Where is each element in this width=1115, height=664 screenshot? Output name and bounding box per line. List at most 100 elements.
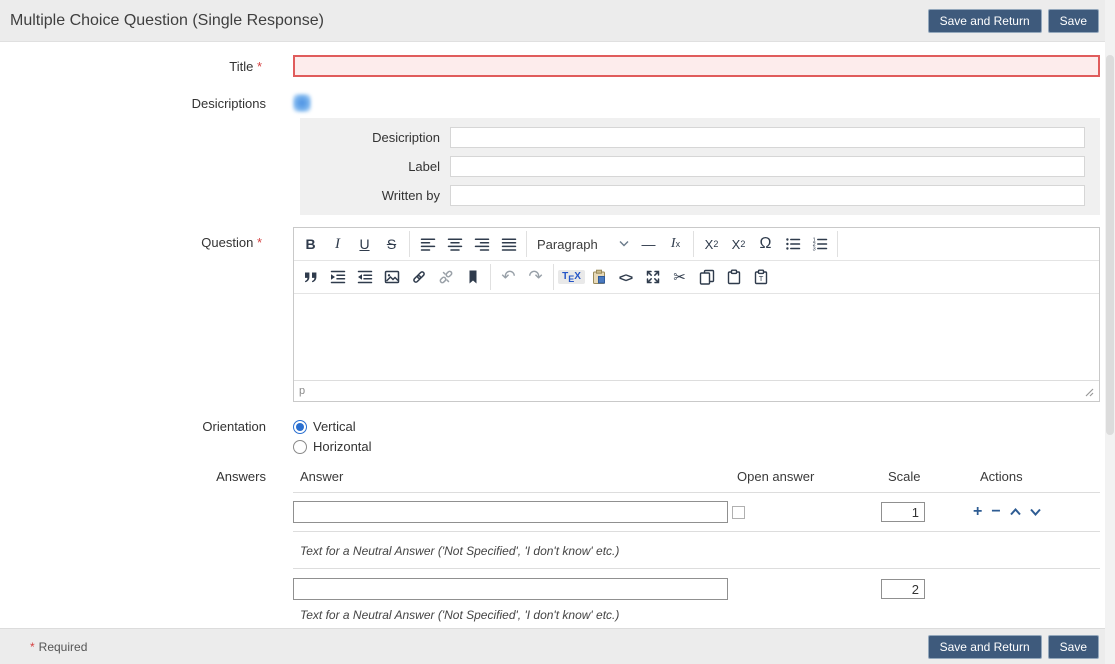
label-label: Label [300, 159, 450, 174]
copy-icon[interactable] [693, 264, 720, 291]
paste-icon[interactable] [720, 264, 747, 291]
answers-section: Answers Answer Open answer Scale Actions… [0, 469, 1115, 622]
required-asterisk: * [257, 59, 262, 74]
scale-input[interactable] [881, 502, 925, 522]
orientation-option-horizontal[interactable]: Horizontal [293, 439, 1100, 454]
description-input[interactable] [450, 127, 1085, 148]
required-asterisk: * [30, 640, 35, 654]
label-input[interactable] [450, 156, 1085, 177]
subscript-icon[interactable]: X2 [698, 231, 725, 258]
special-character-icon[interactable]: Ω [752, 231, 779, 258]
form-content: Title * Desicriptions Desicription Label [0, 42, 1115, 628]
save-button[interactable]: Save [1048, 9, 1099, 33]
paste-as-text-icon[interactable]: T [747, 264, 774, 291]
question-label: Question * [0, 227, 278, 250]
descriptions-row: Desicriptions [0, 93, 1115, 113]
orientation-option-vertical[interactable]: Vertical [293, 419, 1100, 434]
header-bar: Multiple Choice Question (Single Respons… [0, 0, 1115, 42]
tex-icon[interactable]: TEX [558, 264, 585, 291]
descriptions-checkbox[interactable] [293, 94, 311, 112]
written-by-label: Written by [300, 188, 450, 203]
editor-toolbar-row1: B I U S [294, 228, 1099, 261]
editor-toolbar-row2: ↶ ↷ TEX <> ✂ [294, 261, 1099, 294]
undo-icon[interactable]: ↶ [495, 264, 522, 291]
paragraph-format-select[interactable]: Paragraph [531, 231, 635, 258]
neutral-answer-hint: Text for a Neutral Answer ('Not Specifie… [293, 532, 1100, 569]
toolbar-separator [553, 264, 554, 290]
vertical-scrollbar[interactable] [1105, 0, 1115, 664]
description-label: Desicription [300, 130, 450, 145]
title-input[interactable] [293, 55, 1100, 77]
redo-icon[interactable]: ↷ [522, 264, 549, 291]
answers-header-row: Answer Open answer Scale Actions [293, 469, 1100, 493]
horizontal-rule-icon[interactable]: — [635, 231, 662, 258]
required-note: *Required [30, 640, 87, 654]
required-asterisk: * [257, 235, 262, 250]
insert-image-icon[interactable] [378, 264, 405, 291]
column-header-actions: Actions [972, 469, 1100, 484]
align-left-icon[interactable] [414, 231, 441, 258]
radio-selected-icon[interactable] [293, 420, 307, 434]
column-header-answer: Answer [300, 469, 737, 484]
scale-input[interactable] [881, 579, 925, 599]
blockquote-icon[interactable] [297, 264, 324, 291]
toolbar-separator [837, 231, 838, 257]
strikethrough-icon[interactable]: S [378, 231, 405, 258]
scrollbar-thumb[interactable] [1106, 55, 1114, 435]
clear-formatting-icon[interactable]: Ix [662, 231, 689, 258]
insert-link-icon[interactable] [405, 264, 432, 291]
save-and-return-button[interactable]: Save and Return [928, 9, 1042, 33]
move-up-icon[interactable] [1010, 508, 1021, 516]
written-by-input[interactable] [450, 185, 1085, 206]
answer-row-2 [293, 569, 1100, 604]
footer-bar: *Required Save and Return Save [0, 628, 1115, 664]
column-header-open-answer: Open answer [737, 469, 877, 484]
toolbar-separator [526, 231, 527, 257]
rich-text-editor: B I U S [293, 227, 1100, 402]
superscript-icon[interactable]: X2 [725, 231, 752, 258]
answer-row-1: + − [293, 493, 1100, 532]
chevron-down-icon [619, 240, 629, 248]
numbered-list-icon[interactable]: 123 [806, 231, 833, 258]
paste-from-word-icon[interactable] [585, 264, 612, 291]
title-label: Title * [0, 59, 278, 74]
toolbar-separator [490, 264, 491, 290]
footer-buttons: Save and Return Save [928, 635, 1099, 659]
save-and-return-button[interactable]: Save and Return [928, 635, 1042, 659]
svg-text:T: T [758, 274, 763, 283]
anchor-icon[interactable] [459, 264, 486, 291]
bold-icon[interactable]: B [297, 231, 324, 258]
cut-icon[interactable]: ✂ [666, 264, 693, 291]
underline-icon[interactable]: U [351, 231, 378, 258]
indent-icon[interactable] [324, 264, 351, 291]
column-header-scale: Scale [877, 469, 972, 484]
remove-link-icon[interactable] [432, 264, 459, 291]
radio-unselected-icon[interactable] [293, 440, 307, 454]
neutral-answer-hint: Text for a Neutral Answer ('Not Specifie… [293, 604, 1100, 622]
bullet-list-icon[interactable] [779, 231, 806, 258]
descriptions-panel: Desicription Label Written by [300, 118, 1100, 215]
page-title: Multiple Choice Question (Single Respons… [10, 12, 324, 30]
resize-grip-icon[interactable] [1083, 386, 1094, 397]
align-justify-icon[interactable] [495, 231, 522, 258]
remove-answer-icon[interactable]: − [991, 504, 1000, 520]
answer-input[interactable] [293, 501, 728, 523]
descriptions-label: Desicriptions [0, 96, 278, 111]
italic-icon[interactable]: I [324, 231, 351, 258]
save-button[interactable]: Save [1048, 635, 1099, 659]
page: Multiple Choice Question (Single Respons… [0, 0, 1115, 664]
description-field-row: Desicription [300, 127, 1100, 148]
open-answer-checkbox[interactable] [732, 506, 745, 519]
align-center-icon[interactable] [441, 231, 468, 258]
neutral-answer-input[interactable] [293, 578, 728, 600]
written-by-field-row: Written by [300, 185, 1100, 206]
source-code-icon[interactable]: <> [612, 264, 639, 291]
title-row: Title * [0, 55, 1115, 77]
align-right-icon[interactable] [468, 231, 495, 258]
editor-content-area[interactable] [294, 294, 1099, 380]
outdent-icon[interactable] [351, 264, 378, 291]
add-answer-icon[interactable]: + [973, 504, 982, 520]
move-down-icon[interactable] [1030, 508, 1041, 516]
fullscreen-icon[interactable] [639, 264, 666, 291]
label-field-row: Label [300, 156, 1100, 177]
